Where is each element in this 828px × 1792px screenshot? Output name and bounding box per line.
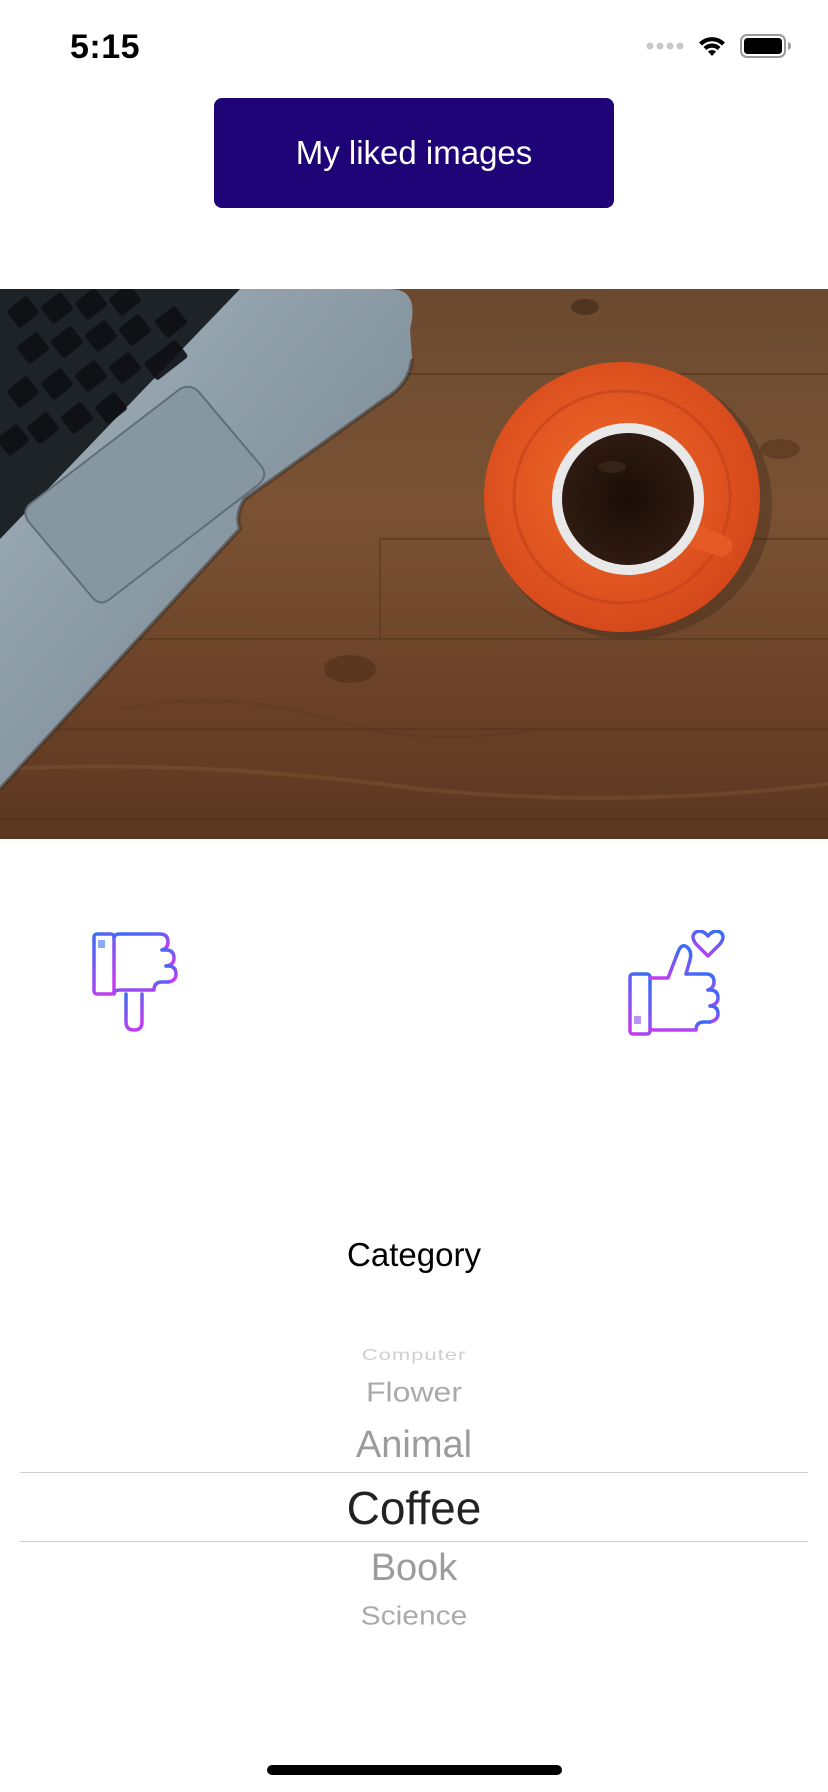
my-liked-images-button[interactable]: My liked images bbox=[214, 98, 614, 208]
thumbs-up-heart-icon bbox=[628, 929, 725, 1036]
battery-icon bbox=[740, 34, 791, 58]
laptop-and-coffee-photo bbox=[0, 289, 828, 839]
picker-option-flower[interactable]: Flower bbox=[0, 1376, 828, 1409]
status-time: 5:15 bbox=[70, 28, 141, 66]
picker-option-science[interactable]: Science bbox=[0, 1602, 828, 1631]
status-icons bbox=[646, 34, 792, 58]
picker-option-book[interactable]: Book bbox=[0, 1547, 828, 1590]
picker-option-animal[interactable]: Animal bbox=[0, 1424, 828, 1467]
status-bar: 5:15 bbox=[0, 0, 828, 96]
like-button[interactable] bbox=[626, 929, 742, 1038]
category-label: Category bbox=[347, 1236, 481, 1273]
wifi-icon bbox=[699, 37, 725, 56]
picker-option-coffee-selected[interactable]: Coffee bbox=[0, 1481, 828, 1535]
picker-option-computer[interactable]: Computer bbox=[0, 1346, 828, 1365]
dislike-button[interactable] bbox=[86, 930, 202, 1034]
signal-dots-icon bbox=[646, 42, 684, 50]
home-indicator[interactable] bbox=[267, 1765, 562, 1775]
picker-selection-line-top bbox=[20, 1472, 808, 1473]
picker-selection-line-bottom bbox=[20, 1541, 808, 1542]
category-picker[interactable]: Computer Flower Animal Coffee Book Scien… bbox=[0, 1320, 828, 1650]
my-liked-images-label: My liked images bbox=[295, 134, 533, 171]
thumbs-down-icon bbox=[92, 932, 178, 1032]
